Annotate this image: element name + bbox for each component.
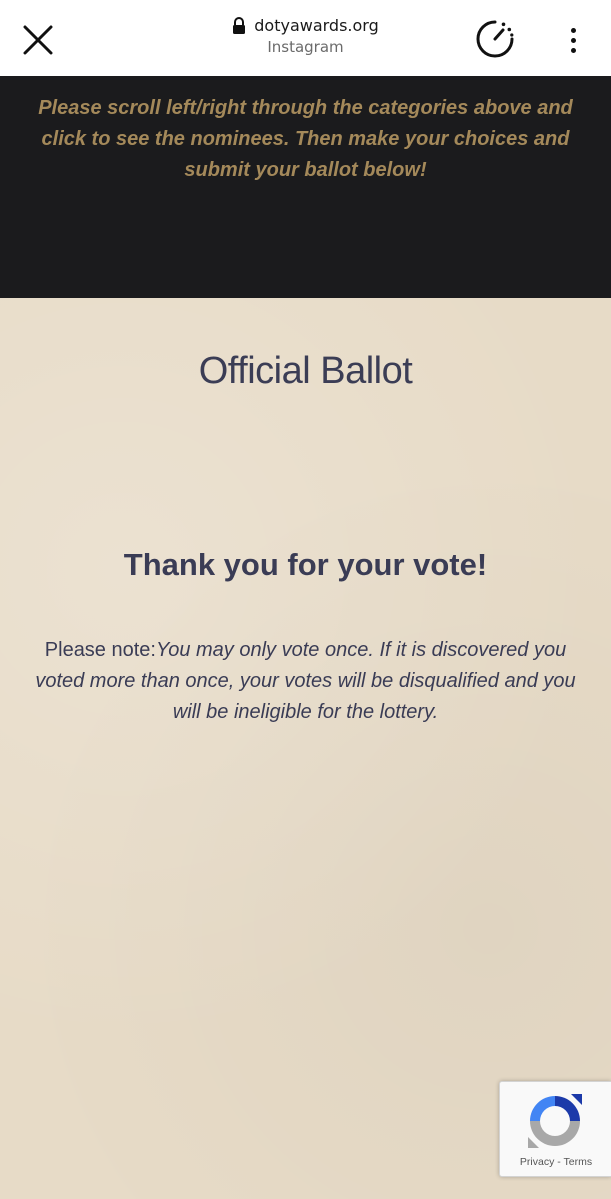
recaptcha-terms-link[interactable]: Terms (564, 1156, 593, 1168)
timer-speed-icon (476, 20, 514, 58)
browser-toolbar: dotyawards.org Instagram (0, 0, 611, 76)
lock-icon (233, 16, 246, 34)
more-options-button[interactable] (556, 20, 590, 60)
ballot-section: Official Ballot Thank you for your vote!… (0, 298, 611, 1199)
recaptcha-badge[interactable]: Privacy - Terms (499, 1081, 611, 1177)
url-text: dotyawards.org (254, 16, 379, 35)
address-block[interactable]: dotyawards.org Instagram (150, 16, 461, 56)
speed-button[interactable] (474, 18, 516, 60)
recaptcha-link-separator: - (554, 1156, 564, 1168)
instruction-banner: Please scroll left/right through the cat… (0, 76, 611, 298)
vote-note: Please note:You may only vote once. If i… (32, 635, 579, 728)
recaptcha-links: Privacy - Terms (500, 1156, 611, 1168)
more-vert-dot (570, 47, 576, 53)
recaptcha-logo-icon (528, 1094, 582, 1148)
more-vert-dot (570, 37, 576, 43)
vote-confirmation-heading: Thank you for your vote! (123, 547, 488, 582)
recaptcha-privacy-link[interactable]: Privacy (520, 1156, 554, 1168)
more-vert-icon (570, 27, 576, 33)
ballot-title: Official Ballot (198, 350, 413, 392)
note-label: Please note: (44, 639, 156, 661)
close-icon (23, 25, 53, 55)
source-app-label: Instagram (267, 38, 344, 56)
instructions-text: Please scroll left/right through the cat… (38, 97, 573, 181)
close-button[interactable] (18, 20, 58, 60)
